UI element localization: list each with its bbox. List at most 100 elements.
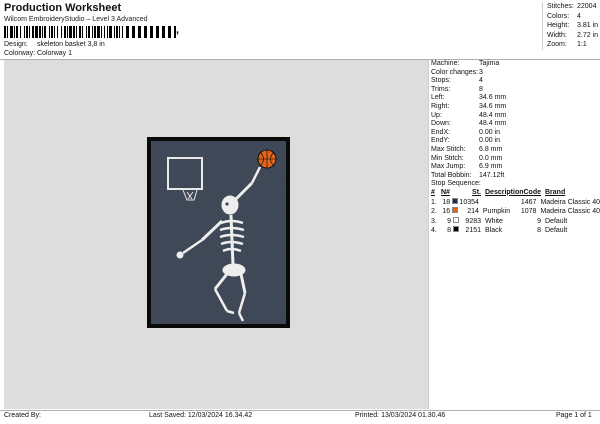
thread-color-chip — [452, 197, 459, 204]
stop-sequence-header: # N# St. Description Code Brand — [431, 189, 600, 198]
machine-info-row: Right: 34.6 mm — [431, 103, 600, 112]
summary-row: Width: 2.72 in — [547, 31, 600, 41]
machine-info-value: 34.6 mm — [479, 102, 507, 110]
summary-row: Zoom: 1:1 — [547, 40, 600, 50]
summary-value: 3.81 in — [577, 22, 599, 30]
stop-index: 4. — [431, 227, 437, 235]
summary-value: 4 — [577, 12, 581, 20]
hand-left — [176, 251, 184, 259]
thread-code: 9 — [537, 217, 541, 225]
machine-info-label: Left: — [431, 94, 445, 102]
needle-number: 16 — [442, 208, 451, 216]
col-header-code: Code — [523, 188, 542, 196]
machine-info-row: Color changes: 3 — [431, 69, 600, 78]
color-swatch — [451, 226, 460, 236]
thread-brand: Madeira Classic 40 — [540, 208, 600, 216]
thigh-right — [239, 273, 247, 294]
machine-info-row: Trims: 8 — [431, 86, 600, 95]
machine-info-row: EndY: 0.00 in — [431, 137, 600, 146]
summary-value: 2.72 in — [577, 31, 599, 39]
eye-socket — [225, 202, 229, 206]
machine-info-value: 147.12ft — [479, 171, 505, 179]
machine-info-label: Right: — [431, 102, 450, 110]
stitch-count: 214 — [467, 208, 479, 216]
design-label: Design: — [4, 41, 28, 48]
machine-info-row: Machine: Tajima — [431, 60, 600, 69]
machine-info-row: EndX: 0.00 in — [431, 129, 600, 138]
machine-info-value: 48.4 mm — [479, 111, 507, 119]
color-swatch — [451, 216, 460, 227]
machine-info-value: 0.00 in — [479, 137, 501, 145]
foot-right — [237, 312, 245, 322]
machine-info-label: EndX: — [431, 128, 451, 136]
machine-info-label: Trims: — [431, 85, 451, 93]
summary-row: Colors: 4 — [547, 12, 600, 22]
thread-code: 1467 — [520, 198, 537, 206]
summary-row: Stitches: 22004 — [547, 2, 600, 12]
machine-info-row: Total Bobbin: 147.12ft — [431, 172, 600, 181]
stitch-count: 2151 — [465, 227, 481, 235]
thread-brand: Default — [545, 227, 568, 235]
summary-label: Stitches: — [547, 3, 574, 10]
summary-panel: Stitches: 22004 Colors: 4 Height: 3.81 in W… — [542, 2, 600, 50]
stop-sequence-row: 3. 9 9283 White 9 Default — [431, 216, 600, 227]
machine-info-label: Max Jump: — [431, 163, 466, 171]
machine-info-label: Machine: — [431, 60, 460, 67]
color-swatch — [450, 207, 459, 217]
embroidery-patch — [147, 137, 290, 328]
stop-index: 3. — [431, 217, 437, 225]
machine-info-label: Color changes: — [431, 68, 479, 76]
col-header-description: Description — [485, 188, 524, 196]
colorway-row: Colorway: Colorway 1 — [4, 50, 72, 57]
stitch-count: 9283 — [465, 217, 481, 225]
machine-info-row: Stops: 4 — [431, 77, 600, 86]
needle-number: 18 — [442, 198, 451, 206]
col-header-swatch — [451, 189, 460, 198]
colorway-label: Colorway: — [4, 50, 36, 57]
machine-info-label: Min Stitch: — [431, 154, 464, 162]
barcode-mark: , — [176, 24, 180, 36]
thread-color-chip — [452, 207, 459, 214]
summary-row: Height: 3.81 in — [547, 21, 600, 31]
col-header-needle: N# — [441, 188, 450, 196]
thread-brand: Madeira Classic 40 — [540, 198, 600, 206]
forearm-left — [182, 238, 203, 255]
hoop-net — [182, 189, 198, 201]
summary-label: Width: — [547, 31, 567, 39]
forearm-right — [250, 166, 262, 184]
thread-description: Pumpkin — [482, 208, 511, 216]
stop-sequence-row: 4. 8 2151 Black 8 Default — [431, 226, 600, 236]
stitch-count: 10354 — [459, 198, 479, 206]
printed-date: Printed: 13/03/2024 01.30.46 — [355, 412, 446, 419]
machine-info-value: 34.6 mm — [479, 94, 507, 102]
machine-info-label: Up: — [431, 111, 442, 119]
created-by: Created By: — [4, 412, 41, 419]
footer-divider — [0, 410, 600, 411]
thread-code: 8 — [537, 227, 541, 235]
last-saved: Last Saved: 12/03/2024 16.34.42 — [149, 412, 253, 419]
machine-info-label: Max Stitch: — [431, 145, 466, 153]
machine-info-value: 4 — [479, 77, 483, 85]
skull — [221, 195, 239, 215]
col-header-index: # — [431, 188, 435, 196]
summary-label: Height: — [547, 22, 570, 30]
machine-info-value: 6.9 mm — [479, 163, 503, 171]
panel-divider — [428, 60, 429, 409]
software-subtitle: Wilcom EmbroideryStudio – Level 3 Advanc… — [4, 16, 148, 23]
design-preview-area — [4, 60, 428, 409]
thread-color-chip — [453, 216, 459, 223]
thread-description: Black — [485, 227, 503, 235]
needle-number: 8 — [447, 227, 451, 235]
machine-info-row: Min Stitch: 0.0 mm — [431, 155, 600, 164]
thread-code: 1078 — [520, 208, 537, 216]
barcode — [4, 26, 176, 38]
thread-color-chip — [453, 226, 459, 233]
thread-brand: Default — [545, 217, 568, 225]
foot-left — [226, 309, 235, 315]
thigh-left — [213, 273, 229, 290]
machine-info-label: Total Bobbin: — [431, 171, 472, 179]
page-number: Page 1 of 1 — [556, 412, 592, 419]
upper-arm-right — [234, 181, 254, 201]
machine-info-row: Max Stitch: 6.8 mm — [431, 146, 600, 155]
summary-label: Colors: — [547, 12, 570, 20]
